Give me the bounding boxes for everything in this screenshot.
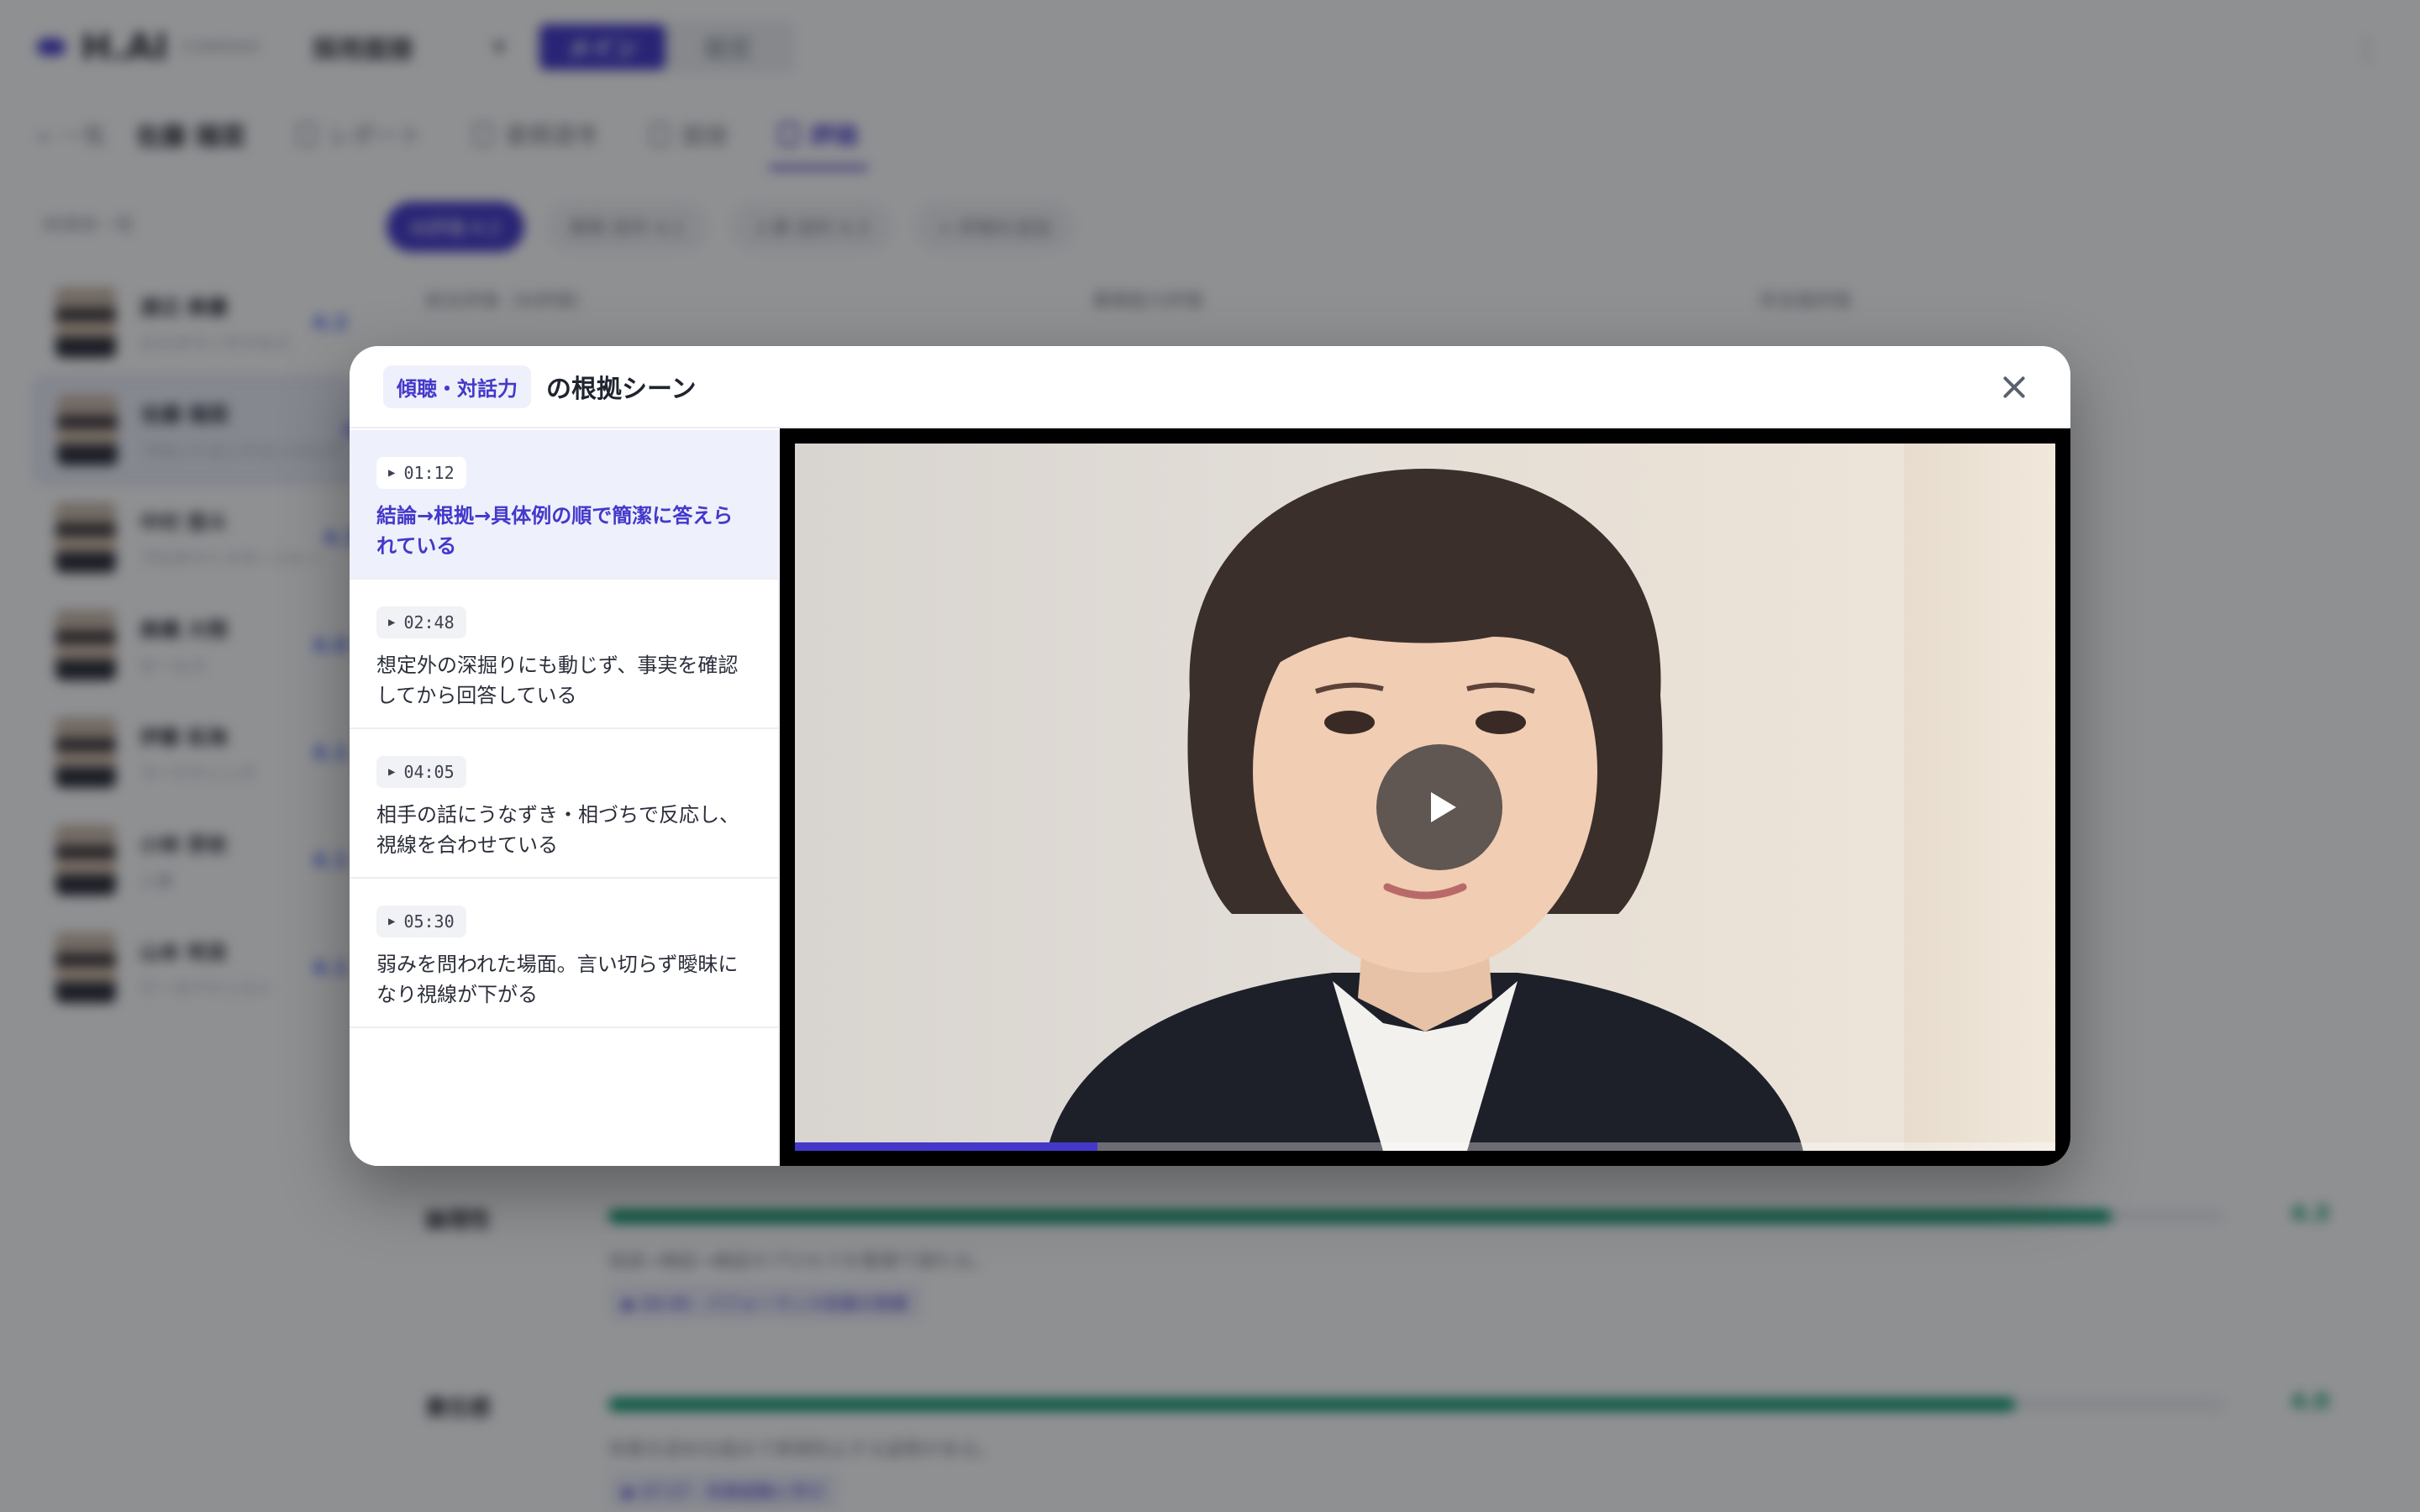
scene-item[interactable]: ▶ 05:30 弱みを問われた場面。言い切らず曖昧になり視線が下がる [350,879,778,1028]
scene-description: 弱みを問われた場面。言い切らず曖昧になり視線が下がる [376,953,739,1006]
scene-list: ▶ 01:12 結論→根拠→具体例の順で簡潔に答えられている ▶ 02:48 想定外… [350,430,780,1166]
scene-description: 結論→根拠→具体例の順で簡潔に答えられている [376,504,734,558]
scene-description: 相手の話にうなずき・相づちで反応し、視線を合わせている [376,803,739,857]
video-frame [795,444,2055,1151]
video-progress-bar[interactable] [795,1142,2055,1151]
evidence-scene-modal: 傾聴・対話力 の根拠シーン ▶ 01:12 結論→根拠→具体例の順で簡潔に答えられ… [350,346,2070,1166]
scene-item-active[interactable]: ▶ 01:12 結論→根拠→具体例の順で簡潔に答えられている [350,430,778,580]
timestamp-badge: ▶ 01:12 [376,457,466,489]
scene-item[interactable]: ▶ 04:05 相手の話にうなずき・相づちで反応し、視線を合わせている [350,729,778,879]
play-icon: ▶ [388,765,396,779]
skill-badge: 傾聴・対話力 [383,365,531,408]
video-player[interactable] [780,428,2070,1166]
play-icon: ▶ [388,616,396,629]
timestamp-badge: ▶ 05:30 [376,906,466,937]
modal-title: の根拠シーン [546,375,697,404]
scene-item[interactable]: ▶ 02:48 想定外の深掘りにも動じず、事実を確認してから回答している [350,580,778,729]
video-progress-fill [795,1142,1097,1151]
play-button[interactable] [1376,744,1502,870]
timestamp-badge: ▶ 02:48 [376,606,466,638]
close-icon[interactable] [1998,371,2030,403]
modal-header: 傾聴・対話力 の根拠シーン [350,346,2070,428]
play-icon: ▶ [388,915,396,928]
timestamp-badge: ▶ 04:05 [376,756,466,788]
play-icon: ▶ [388,466,396,480]
scene-description: 想定外の深掘りにも動じず、事実を確認してから回答している [376,654,739,707]
